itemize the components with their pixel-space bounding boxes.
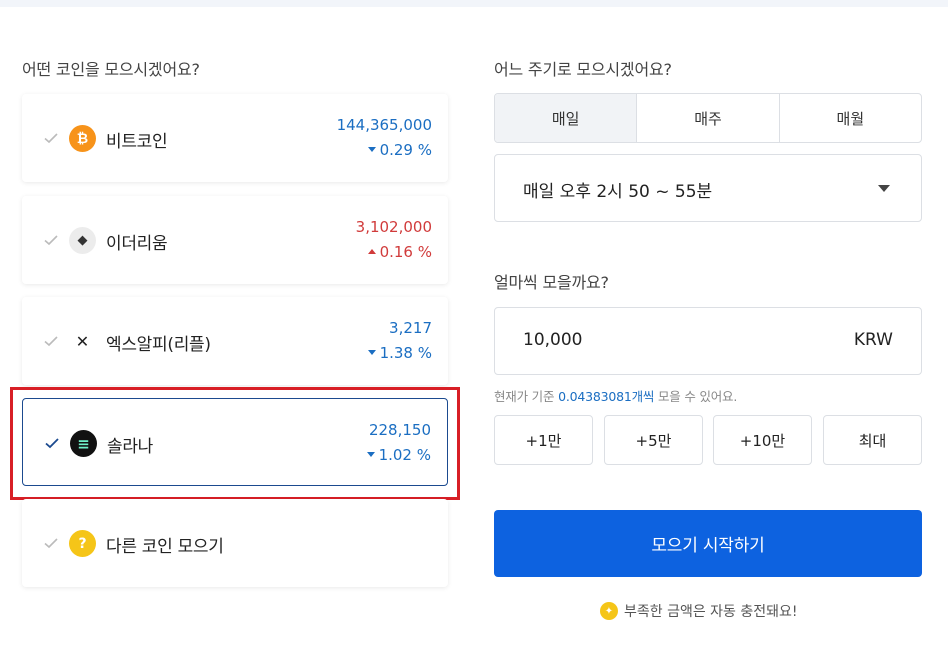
start-button[interactable]: 모으기 시작하기: [494, 510, 922, 577]
amount-unit: KRW: [853, 330, 893, 350]
check-icon: [44, 336, 58, 347]
add-50k-button[interactable]: +5만: [604, 415, 703, 465]
caret-down-icon: [878, 185, 890, 192]
up-arrow-icon: [367, 249, 376, 254]
coin-name: 이더리움: [106, 234, 168, 254]
amount-value: 10,000: [523, 330, 583, 350]
coin-price: 144,365,000: [336, 116, 432, 134]
coin-change: 1.38 %: [367, 344, 432, 362]
time-select-value: 매일 오후 2시 50 ~ 55분: [523, 182, 713, 202]
xrp-icon: ✕: [69, 328, 96, 355]
auto-charge-note: ✦ 부족한 금액은 자동 충전돼요!: [600, 601, 798, 621]
hint-amount: 0.04383081개씩: [558, 389, 655, 404]
coin-name: 비트코인: [106, 132, 168, 152]
auto-charge-text: 부족한 금액은 자동 충전돼요!: [624, 604, 798, 620]
tab-monthly[interactable]: 매월: [780, 94, 921, 142]
coin-price: 228,150: [368, 421, 431, 439]
add-100k-button[interactable]: +10만: [713, 415, 812, 465]
tab-daily[interactable]: 매일: [495, 94, 638, 142]
coin-price: 3,217: [389, 319, 432, 337]
coin-name: 다른 코인 모으기: [106, 537, 224, 557]
amount-section-title: 얼마씩 모을까요?: [494, 273, 609, 292]
coin-change: 0.29 %: [367, 141, 432, 159]
coin-price: 3,102,000: [355, 218, 432, 236]
down-arrow-icon: [366, 452, 375, 457]
coin-card-solana[interactable]: ≡ 솔라나 228,150 1.02 %: [22, 398, 448, 486]
amount-input[interactable]: 10,000 KRW: [494, 307, 922, 375]
max-button[interactable]: 최대: [823, 415, 922, 465]
coin-change-value: 0.29 %: [379, 141, 432, 159]
coin-icon: ✦: [600, 602, 618, 620]
check-icon: [44, 235, 58, 246]
down-arrow-icon: [367, 350, 376, 355]
down-arrow-icon: [367, 147, 376, 152]
coin-name: 솔라나: [107, 437, 154, 457]
top-bar: [0, 0, 948, 7]
period-section-title: 어느 주기로 모으시겠어요?: [494, 60, 672, 79]
coin-change: 0.16 %: [367, 243, 432, 261]
coin-change-value: 1.02 %: [378, 446, 431, 464]
coin-change-value: 0.16 %: [379, 243, 432, 261]
period-tabs: 매일 매주 매월: [494, 93, 922, 143]
check-icon: [44, 538, 58, 549]
coin-card-bitcoin[interactable]: ₿ 비트코인 144,365,000 0.29 %: [22, 94, 448, 182]
tab-weekly[interactable]: 매주: [637, 94, 780, 142]
check-icon: [44, 133, 58, 144]
question-icon: ?: [69, 530, 96, 557]
check-icon: [45, 438, 59, 449]
time-select[interactable]: 매일 오후 2시 50 ~ 55분: [494, 154, 922, 222]
amount-hint: 현재가 기준 0.04383081개씩 모을 수 있어요.: [494, 386, 737, 405]
coin-change-value: 1.38 %: [379, 344, 432, 362]
coin-section-title: 어떤 코인을 모으시겠어요?: [22, 60, 200, 79]
coin-name: 엑스알피(리플): [106, 335, 211, 355]
hint-prefix: 현재가 기준: [494, 389, 555, 404]
bitcoin-icon: ₿: [69, 125, 96, 152]
solana-icon: ≡: [70, 430, 97, 457]
coin-card-xrp[interactable]: ✕ 엑스알피(리플) 3,217 1.38 %: [22, 297, 448, 385]
ethereum-icon: ◆: [69, 227, 96, 254]
hint-suffix: 모을 수 있어요.: [658, 389, 738, 404]
add-10k-button[interactable]: +1만: [494, 415, 593, 465]
coin-change: 1.02 %: [366, 446, 431, 464]
coin-card-other[interactable]: ? 다른 코인 모으기: [22, 499, 448, 587]
coin-card-ethereum[interactable]: ◆ 이더리움 3,102,000 0.16 %: [22, 196, 448, 284]
